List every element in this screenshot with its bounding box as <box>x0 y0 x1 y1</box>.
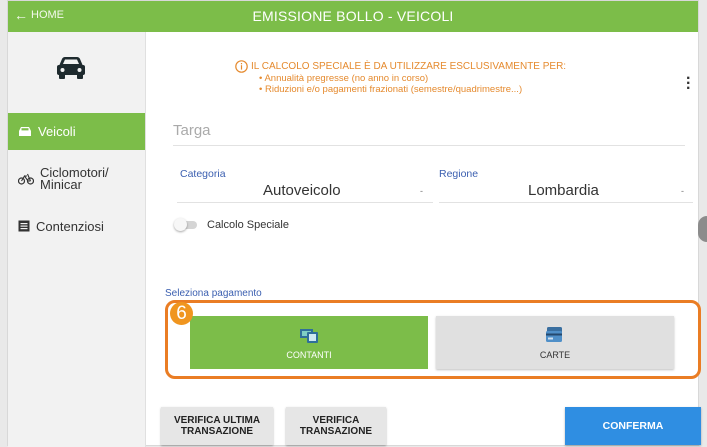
car-icon <box>19 127 31 136</box>
credit-card-icon <box>546 326 562 342</box>
categoria-dropdown-icon[interactable]: - <box>420 186 423 196</box>
contanti-label: CONTANTI <box>286 349 332 360</box>
button-line: VERIFICA <box>312 415 360 426</box>
button-line: TRANSAZIONE <box>180 426 254 437</box>
verifica-ultima-transazione-button[interactable]: VERIFICA ULTIMA TRANSAZIONE <box>161 407 273 445</box>
list-icon <box>18 220 30 232</box>
categoria-underline <box>177 202 433 203</box>
app-window: ← HOME EMISSIONE BOLLO - VEICOLI Veicoli <box>7 0 701 447</box>
calcolo-speciale-label: Calcolo Speciale <box>207 219 289 231</box>
warning-item: Riduzioni e/o pagamenti frazionati (seme… <box>259 84 635 95</box>
cash-icon <box>300 328 318 343</box>
button-line: TRANSAZIONE <box>299 426 373 437</box>
warning-item: Annualità pregresse (no anno in corso) <box>259 73 635 84</box>
sidebar-item-label: Contenziosi <box>36 218 104 234</box>
carte-label: CARTE <box>539 349 571 360</box>
conferma-button[interactable]: CONFERMA <box>565 407 701 445</box>
categoria-select[interactable]: Autoveicolo <box>263 182 341 199</box>
sidebar-item-contenziosi[interactable]: Contenziosi <box>8 215 145 237</box>
bicycle-icon <box>18 173 34 185</box>
contanti-button[interactable]: CONTANTI <box>190 316 428 369</box>
page-title: EMISSIONE BOLLO - VEICOLI <box>252 8 454 24</box>
payment-section-label: Seleziona pagamento <box>165 288 262 299</box>
regione-dropdown-icon[interactable]: - <box>681 186 684 196</box>
categoria-label: Categoria <box>180 168 226 180</box>
targa-underline <box>173 145 685 146</box>
warning-notice: IL CALCOLO SPECIALE È DA UTILIZZARE ESCL… <box>235 60 635 95</box>
floating-handle[interactable] <box>698 216 707 242</box>
sidebar-item-ciclomotori[interactable]: Ciclomotori/ Minicar <box>8 164 145 194</box>
regione-label: Regione <box>439 168 479 180</box>
info-icon <box>235 60 248 73</box>
toggle-knob[interactable] <box>174 218 187 231</box>
warning-heading: IL CALCOLO SPECIALE È DA UTILIZZARE ESCL… <box>251 61 567 72</box>
sidebar: Veicoli Ciclomotori/ Minicar Contenziosi <box>8 32 146 447</box>
button-line: VERIFICA ULTIMA <box>173 415 261 426</box>
step-badge: 6 <box>170 302 193 325</box>
verifica-transazione-button[interactable]: VERIFICA TRANSAZIONE <box>286 407 386 445</box>
sidebar-item-label-2: Minicar <box>40 177 82 192</box>
sidebar-item-label: Veicoli <box>38 124 76 139</box>
sidebar-item-veicoli[interactable]: Veicoli <box>8 113 145 150</box>
carte-button[interactable]: CARTE <box>436 316 674 369</box>
regione-select[interactable]: Lombardia <box>528 182 599 199</box>
main-content: IL CALCOLO SPECIALE È DA UTILIZZARE ESCL… <box>147 32 701 447</box>
regione-underline <box>439 202 693 203</box>
top-bar: ← HOME EMISSIONE BOLLO - VEICOLI <box>8 1 698 32</box>
more-options-icon[interactable]: · · · <box>686 71 691 97</box>
car-icon <box>57 57 85 79</box>
targa-input[interactable]: Targa <box>173 122 211 139</box>
